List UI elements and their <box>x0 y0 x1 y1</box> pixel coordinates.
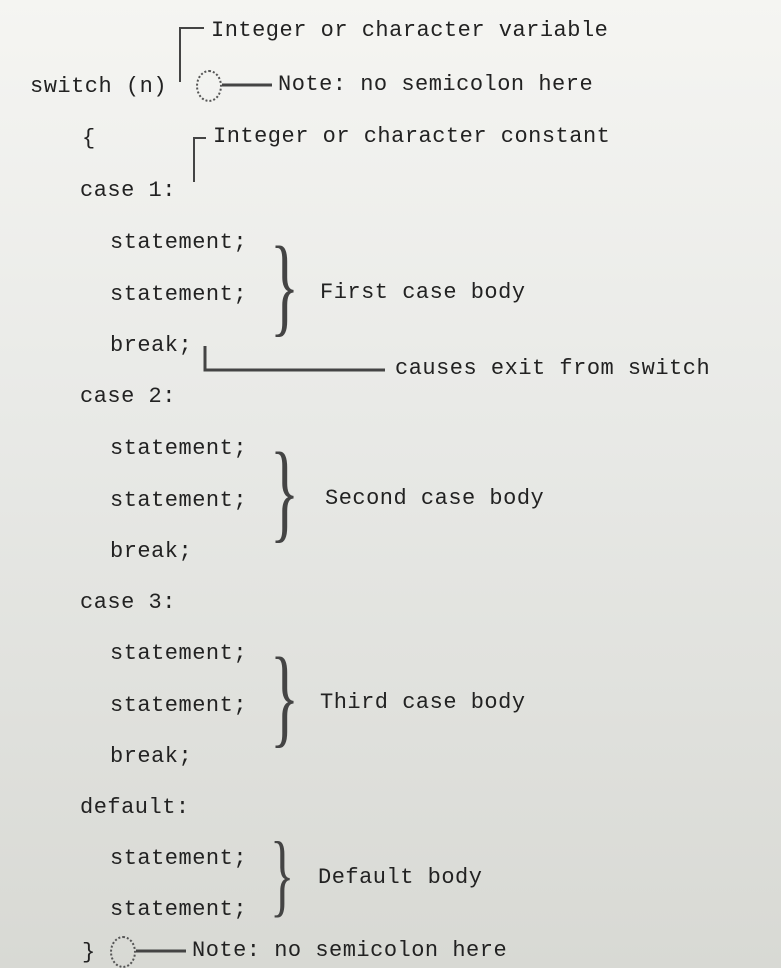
code-case-3: case 3: <box>80 590 176 615</box>
code-default: default: <box>80 795 190 820</box>
code-case2-stmt2: statement; <box>110 488 247 513</box>
annotation-third-body: Third case body <box>320 690 526 715</box>
code-case1-stmt1: statement; <box>110 230 247 255</box>
annotation-no-semicolon-bottom: Note: no semicolon here <box>192 938 507 963</box>
code-case3-break: break; <box>110 744 192 769</box>
brace-default-icon: } <box>270 828 295 920</box>
dotted-ellipse-bottom <box>110 936 136 968</box>
bracket-to-case-value-icon <box>188 132 210 188</box>
annotation-const-type: Integer or character constant <box>213 124 610 149</box>
code-default-stmt2: statement; <box>110 897 247 922</box>
code-close-brace: } <box>82 940 96 965</box>
code-case-2: case 2: <box>80 384 176 409</box>
code-case3-stmt2: statement; <box>110 693 247 718</box>
connector-bottom-icon <box>136 949 186 953</box>
annotation-second-body: Second case body <box>325 486 544 511</box>
code-case2-break: break; <box>110 539 192 564</box>
code-switch: switch (n) <box>30 74 167 99</box>
connector-top-icon <box>222 83 272 87</box>
annotation-no-semicolon-top: Note: no semicolon here <box>278 72 593 97</box>
brace-third-icon: } <box>270 641 299 751</box>
brace-first-icon: } <box>270 230 299 340</box>
exit-connector-icon <box>200 340 390 378</box>
code-case-1: case 1: <box>80 178 176 203</box>
code-default-stmt1: statement; <box>110 846 247 871</box>
code-open-brace: { <box>82 126 96 151</box>
annotation-default-body: Default body <box>318 865 482 890</box>
annotation-var-type: Integer or character variable <box>211 18 608 43</box>
brace-second-icon: } <box>270 436 299 546</box>
annotation-first-body: First case body <box>320 280 526 305</box>
code-case3-stmt1: statement; <box>110 641 247 666</box>
code-case2-stmt1: statement; <box>110 436 247 461</box>
code-case1-stmt2: statement; <box>110 282 247 307</box>
dotted-ellipse-top <box>196 70 222 102</box>
annotation-exit-switch: causes exit from switch <box>395 356 710 381</box>
code-case1-break: break; <box>110 333 192 358</box>
